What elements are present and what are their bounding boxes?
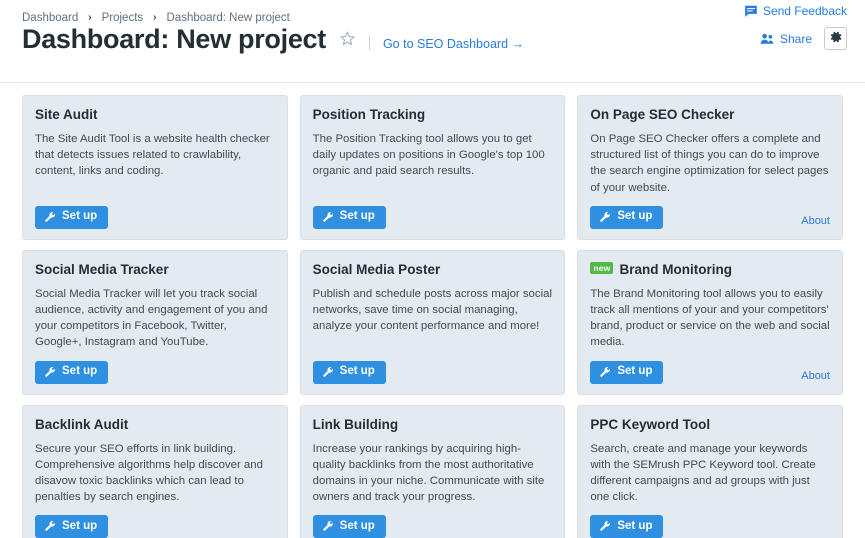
card-title: new Brand Monitoring: [590, 262, 830, 277]
tool-card: Site Audit The Site Audit Tool is a websi…: [22, 95, 288, 240]
send-feedback-link[interactable]: Send Feedback: [763, 4, 847, 18]
setup-button-label: Set up: [340, 211, 375, 223]
wrench-icon: [322, 211, 334, 223]
setup-button-label: Set up: [617, 211, 652, 223]
card-title: Social Media Tracker: [35, 262, 275, 277]
setup-button-label: Set up: [62, 211, 97, 223]
send-feedback-row: Send Feedback: [744, 4, 847, 18]
gear-icon: [829, 30, 843, 47]
share-link[interactable]: Share: [780, 32, 812, 46]
setup-button[interactable]: Set up: [35, 361, 108, 384]
card-description: On Page SEO Checker offers a complete an…: [590, 131, 830, 196]
wrench-icon: [599, 366, 611, 378]
card-title-text: Position Tracking: [313, 107, 426, 122]
page-title: Dashboard: New project: [22, 26, 326, 53]
card-footer: Set up: [590, 515, 830, 538]
star-outline-icon[interactable]: [339, 30, 356, 52]
card-footer: Set up: [35, 206, 275, 229]
tool-card: new Brand Monitoring The Brand Monitoring …: [577, 250, 843, 395]
wrench-icon: [599, 211, 611, 223]
breadcrumb-item-projects[interactable]: Projects: [102, 12, 144, 24]
about-link[interactable]: About: [801, 215, 830, 229]
setup-button-label: Set up: [617, 521, 652, 533]
tool-card: PPC Keyword Tool Search, create and manag…: [577, 405, 843, 538]
card-title: PPC Keyword Tool: [590, 417, 830, 432]
tool-card: On Page SEO Checker On Page SEO Checker o…: [577, 95, 843, 240]
setup-button-label: Set up: [617, 366, 652, 378]
breadcrumb: Dashboard › Projects › Dashboard: New pr…: [0, 0, 865, 26]
card-description: Search, create and manage your keywords …: [590, 441, 830, 506]
new-badge: new: [590, 262, 613, 274]
card-title: Backlink Audit: [35, 417, 275, 432]
setup-button[interactable]: Set up: [313, 515, 386, 538]
setup-button[interactable]: Set up: [590, 206, 663, 229]
card-footer: Set up: [35, 515, 275, 538]
wrench-icon: [599, 520, 611, 532]
tool-card: Social Media Poster Publish and schedule …: [300, 250, 566, 395]
breadcrumb-separator-icon: ›: [88, 13, 91, 23]
header-divider: [369, 35, 370, 50]
setup-button[interactable]: Set up: [313, 361, 386, 384]
wrench-icon: [322, 520, 334, 532]
settings-button[interactable]: [824, 27, 847, 50]
card-footer: Set up: [35, 361, 275, 384]
tool-card: Link Building Increase your rankings by a…: [300, 405, 566, 538]
card-footer: Set up: [313, 206, 553, 229]
setup-button-label: Set up: [340, 366, 375, 378]
card-title: Link Building: [313, 417, 553, 432]
card-description: The Site Audit Tool is a website health …: [35, 131, 275, 196]
card-description: The Position Tracking tool allows you to…: [313, 131, 553, 196]
setup-button[interactable]: Set up: [313, 206, 386, 229]
card-title-text: On Page SEO Checker: [590, 107, 734, 122]
card-title: On Page SEO Checker: [590, 107, 830, 122]
card-title-text: Backlink Audit: [35, 417, 128, 432]
speech-bubble-icon: [744, 4, 758, 18]
breadcrumb-separator-icon: ›: [153, 13, 156, 23]
card-title-text: Link Building: [313, 417, 399, 432]
setup-button[interactable]: Set up: [35, 206, 108, 229]
breadcrumb-item-dashboard[interactable]: Dashboard: [22, 12, 78, 24]
card-description: Increase your rankings by acquiring high…: [313, 441, 553, 506]
tools-grid: Site Audit The Site Audit Tool is a websi…: [0, 83, 865, 538]
card-title-text: PPC Keyword Tool: [590, 417, 710, 432]
card-footer: Set up About: [590, 361, 830, 384]
setup-button-label: Set up: [62, 366, 97, 378]
card-description: Publish and schedule posts across major …: [313, 286, 553, 351]
card-title: Social Media Poster: [313, 262, 553, 277]
setup-button-label: Set up: [62, 521, 97, 533]
card-title-text: Site Audit: [35, 107, 98, 122]
card-title-text: Social Media Tracker: [35, 262, 169, 277]
card-title: Position Tracking: [313, 107, 553, 122]
page-header: Dashboard: New project Go to SEO Dashboa…: [0, 26, 865, 82]
tool-card: Social Media Tracker Social Media Tracker…: [22, 250, 288, 395]
card-description: The Brand Monitoring tool allows you to …: [590, 286, 830, 351]
tool-card: Backlink Audit Secure your SEO efforts in…: [22, 405, 288, 538]
top-actions: Send Feedback Share: [744, 4, 847, 59]
setup-button[interactable]: Set up: [590, 361, 663, 384]
go-to-seo-dashboard-link[interactable]: Go to SEO Dashboard →: [383, 37, 524, 51]
wrench-icon: [44, 520, 56, 532]
share-row: Share: [744, 27, 847, 50]
card-description: Social Media Tracker will let you track …: [35, 286, 275, 351]
card-title: Site Audit: [35, 107, 275, 122]
breadcrumb-item-current: Dashboard: New project: [167, 12, 290, 24]
wrench-icon: [322, 366, 334, 378]
card-footer: Set up About: [590, 206, 830, 229]
card-footer: Set up: [313, 515, 553, 538]
card-footer: Set up: [313, 361, 553, 384]
card-description: Secure your SEO efforts in link building…: [35, 441, 275, 506]
card-title-text: Social Media Poster: [313, 262, 441, 277]
wrench-icon: [44, 211, 56, 223]
wrench-icon: [44, 366, 56, 378]
card-title-text: Brand Monitoring: [619, 262, 731, 277]
tool-card: Position Tracking The Position Tracking t…: [300, 95, 566, 240]
people-icon: [760, 32, 775, 45]
setup-button[interactable]: Set up: [590, 515, 663, 538]
setup-button[interactable]: Set up: [35, 515, 108, 538]
setup-button-label: Set up: [340, 521, 375, 533]
about-link[interactable]: About: [801, 370, 830, 384]
